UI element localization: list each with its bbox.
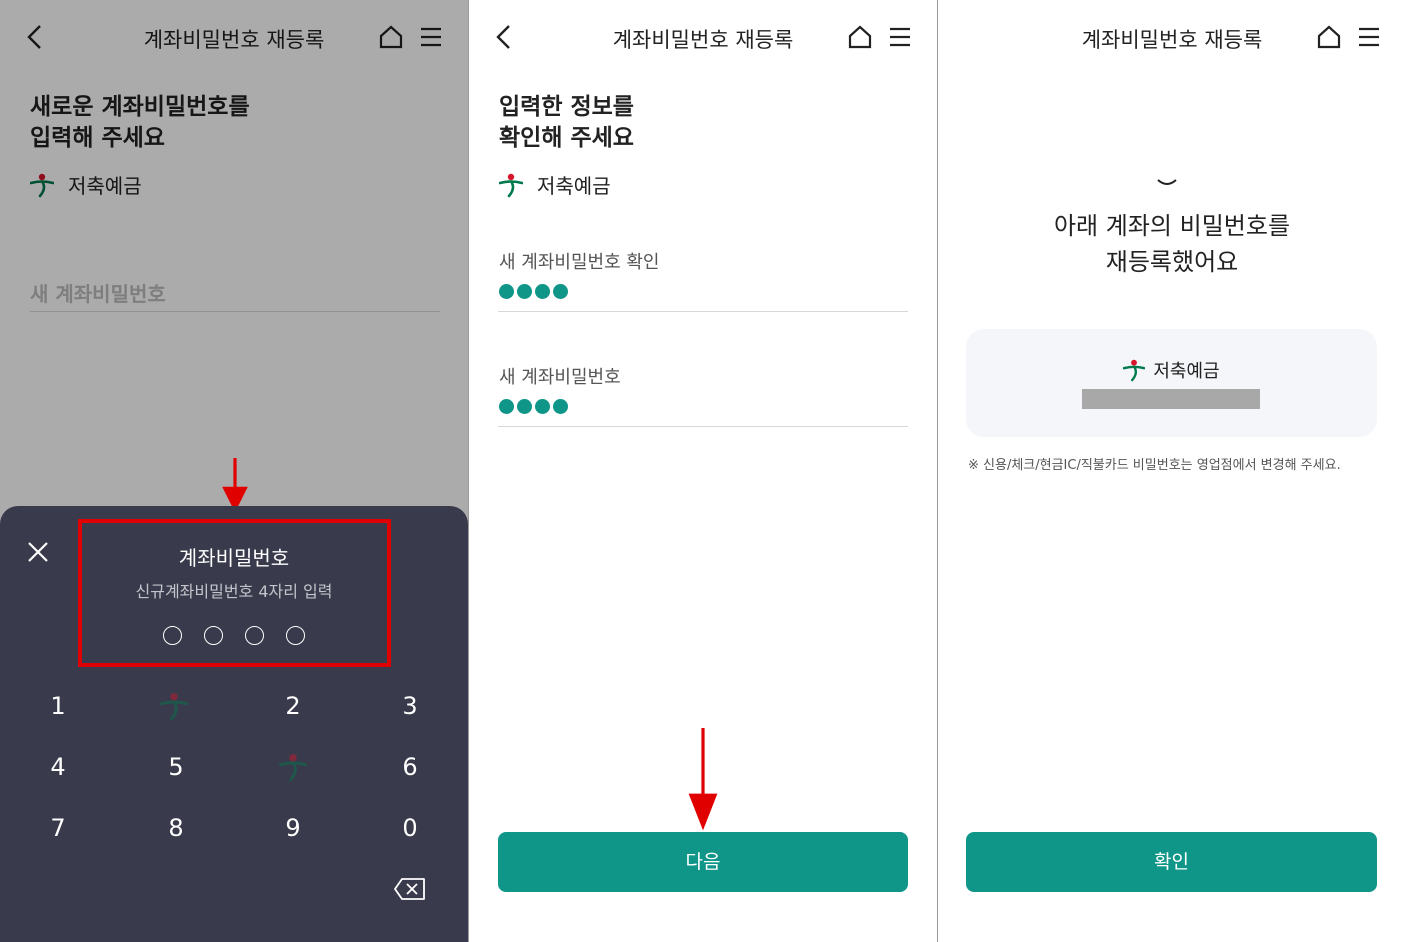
new-password-field[interactable] <box>499 399 568 414</box>
new-password-label: 새 계좌비밀번호 <box>499 367 621 388</box>
account-label: 저축예금 <box>966 357 1377 383</box>
secure-keypad: 계좌비밀번호 신규계좌비밀번호 4자리 입력 1 2 3 4 5 6 7 8 9… <box>0 506 468 942</box>
masked-digit <box>535 284 550 299</box>
home-icon[interactable] <box>1316 24 1342 50</box>
field-underline <box>498 311 908 312</box>
bank-logo-icon <box>1123 358 1145 382</box>
card-password-note: ※ 신용/체크/현금IC/직불카드 비밀번호는 영업점에서 변경해 주세요. <box>968 458 1341 473</box>
masked-digit <box>499 284 514 299</box>
screen-complete: 계좌비밀번호 재등록 아래 계좌의 비밀번호를 재등록했어요 저축예금 ※ 신용… <box>938 0 1406 942</box>
bank-logo-icon <box>279 752 307 782</box>
masked-account-number <box>1082 389 1260 409</box>
screen-new-password: 계좌비밀번호 재등록 새로운 계좌비밀번호를 입력해 주세요 저축예금 새 계좌… <box>0 0 468 942</box>
account-card: 저축예금 <box>966 329 1377 437</box>
heading-line-2: 재등록했어요 <box>1105 248 1239 276</box>
key-9[interactable]: 9 <box>263 808 323 848</box>
key-5[interactable]: 5 <box>146 747 206 787</box>
highlight-box <box>78 519 391 667</box>
heading-line-1: 아래 계좌의 비밀번호를 <box>1053 212 1291 240</box>
key-7[interactable]: 7 <box>28 808 88 848</box>
arrow-down-icon <box>688 728 718 831</box>
key-3[interactable]: 3 <box>380 686 440 726</box>
screen-confirm-info: 계좌비밀번호 재등록 입력한 정보를 확인해 주세요 저축예금 새 계좌비밀번호… <box>469 0 937 942</box>
masked-digit <box>517 284 532 299</box>
heading-line-1: 입력한 정보를 <box>499 94 634 120</box>
confirm-password-label: 새 계좌비밀번호 확인 <box>499 252 660 273</box>
key-2[interactable]: 2 <box>263 686 323 726</box>
account-label: 저축예금 <box>499 170 611 199</box>
confirm-password-field[interactable] <box>499 284 568 299</box>
field-underline <box>498 426 908 427</box>
menu-icon[interactable] <box>889 26 911 48</box>
bank-logo-icon <box>499 172 523 198</box>
next-button[interactable]: 다음 <box>498 832 908 892</box>
bank-logo-icon <box>160 691 188 721</box>
loading-mark-icon <box>1157 179 1177 185</box>
home-icon[interactable] <box>847 24 873 50</box>
masked-digit <box>553 284 568 299</box>
key-4[interactable]: 4 <box>28 747 88 787</box>
account-name: 저축예금 <box>1153 361 1220 382</box>
menu-icon[interactable] <box>1358 26 1380 48</box>
confirm-button[interactable]: 확인 <box>966 832 1377 892</box>
masked-digit <box>553 399 568 414</box>
header: 계좌비밀번호 재등록 <box>469 0 937 76</box>
header: 계좌비밀번호 재등록 <box>938 0 1406 76</box>
heading-line-2: 확인해 주세요 <box>499 125 634 151</box>
screen-heading: 아래 계좌의 비밀번호를 재등록했어요 <box>938 208 1406 280</box>
masked-digit <box>499 399 514 414</box>
masked-digit <box>517 399 532 414</box>
account-name: 저축예금 <box>537 174 611 198</box>
key-6[interactable]: 6 <box>380 747 440 787</box>
key-1[interactable]: 1 <box>28 686 88 726</box>
key-0[interactable]: 0 <box>380 808 440 848</box>
masked-digit <box>535 399 550 414</box>
screen-heading: 입력한 정보를 확인해 주세요 <box>499 92 634 154</box>
backspace-icon[interactable] <box>393 877 427 901</box>
key-8[interactable]: 8 <box>146 808 206 848</box>
